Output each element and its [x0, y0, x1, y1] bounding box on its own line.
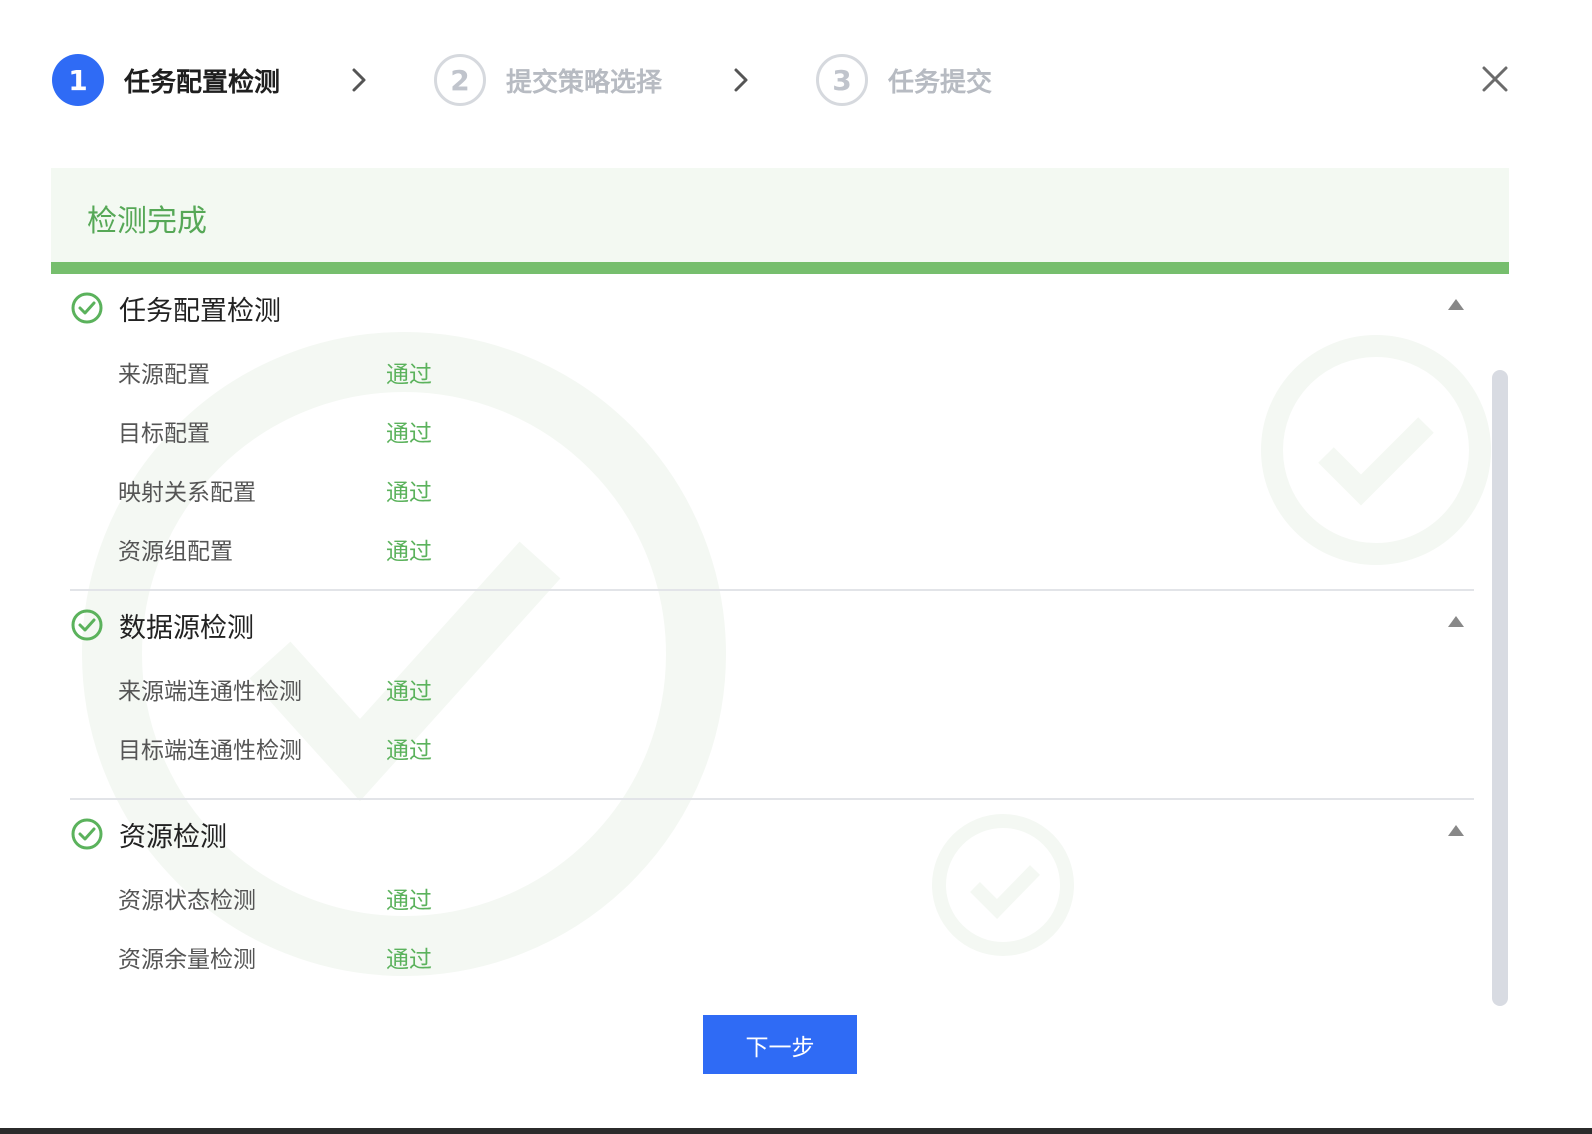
- bottom-edge: [0, 1128, 1592, 1134]
- group-task-config-check: 任务配置检测 来源配置 通过 目标配置 通过 映射关系配置 通过 资源组配置 通…: [70, 274, 1474, 591]
- group-resource-check: 资源检测 资源状态检测 通过 资源余量检测 通过: [70, 800, 1474, 986]
- step-submit-strategy[interactable]: 2 提交策略选择: [434, 54, 662, 106]
- close-icon[interactable]: [1480, 64, 1510, 94]
- list-item: 资源组配置 通过: [70, 519, 1474, 578]
- status-text: 通过: [386, 946, 432, 973]
- status-text: 通过: [386, 538, 432, 565]
- list-item: 来源端连通性检测 通过: [70, 659, 1474, 718]
- group-title: 资源检测: [119, 821, 227, 853]
- status-banner: 检测完成: [51, 168, 1509, 274]
- status-text: 通过: [386, 420, 432, 447]
- step-task-config-check[interactable]: 1 任务配置检测: [52, 54, 280, 106]
- item-label: 目标配置: [118, 420, 210, 447]
- step-label: 任务配置检测: [124, 67, 281, 98]
- status-text: 通过: [386, 737, 432, 764]
- group-title: 数据源检测: [119, 612, 254, 644]
- check-circle-icon: [70, 608, 104, 642]
- step-number-badge: 2: [434, 54, 487, 106]
- item-label: 来源配置: [118, 361, 210, 388]
- list-item: 目标端连通性检测 通过: [70, 718, 1474, 777]
- step-task-submit[interactable]: 3 任务提交: [816, 54, 992, 106]
- caret-up-icon[interactable]: [1446, 822, 1466, 838]
- step-number-badge: 3: [816, 54, 869, 106]
- caret-up-icon[interactable]: [1446, 296, 1466, 312]
- item-label: 映射关系配置: [118, 479, 256, 506]
- status-text: 通过: [386, 479, 432, 506]
- item-label: 资源余量检测: [118, 946, 256, 973]
- item-label: 资源组配置: [118, 538, 233, 565]
- list-item: 资源余量检测 通过: [70, 927, 1474, 986]
- group-header: 任务配置检测: [70, 274, 1474, 342]
- list-item: 来源配置 通过: [70, 342, 1474, 401]
- banner-progress-bar: [51, 262, 1509, 274]
- group-title: 任务配置检测: [119, 295, 281, 327]
- status-text: 通过: [386, 887, 432, 914]
- list-item: 资源状态检测 通过: [70, 868, 1474, 927]
- group-header: 资源检测: [70, 800, 1474, 868]
- chevron-right-icon: [346, 67, 372, 93]
- banner-title: 检测完成: [87, 204, 207, 239]
- list-item: 映射关系配置 通过: [70, 460, 1474, 519]
- list-item: 目标配置 通过: [70, 401, 1474, 460]
- item-label: 资源状态检测: [118, 887, 256, 914]
- next-step-button[interactable]: 下一步: [703, 1015, 857, 1074]
- group-datasource-check: 数据源检测 来源端连通性检测 通过 目标端连通性检测 通过: [70, 591, 1474, 800]
- item-label: 来源端连通性检测: [118, 678, 302, 705]
- scrollbar[interactable]: [1492, 370, 1508, 1006]
- status-text: 通过: [386, 361, 432, 388]
- group-header: 数据源检测: [70, 591, 1474, 659]
- check-circle-icon: [70, 291, 104, 325]
- step-number-badge: 1: [52, 54, 104, 106]
- step-label: 提交策略选择: [506, 67, 663, 98]
- stepper: 1 任务配置检测 2 提交策略选择 3 任务提交: [52, 52, 992, 108]
- status-text: 通过: [386, 678, 432, 705]
- check-circle-icon: [70, 817, 104, 851]
- step-label: 任务提交: [888, 67, 993, 98]
- item-label: 目标端连通性检测: [118, 737, 302, 764]
- check-results-list: 任务配置检测 来源配置 通过 目标配置 通过 映射关系配置 通过 资源组配置 通…: [70, 274, 1474, 994]
- caret-up-icon[interactable]: [1446, 613, 1466, 629]
- chevron-right-icon: [728, 67, 754, 93]
